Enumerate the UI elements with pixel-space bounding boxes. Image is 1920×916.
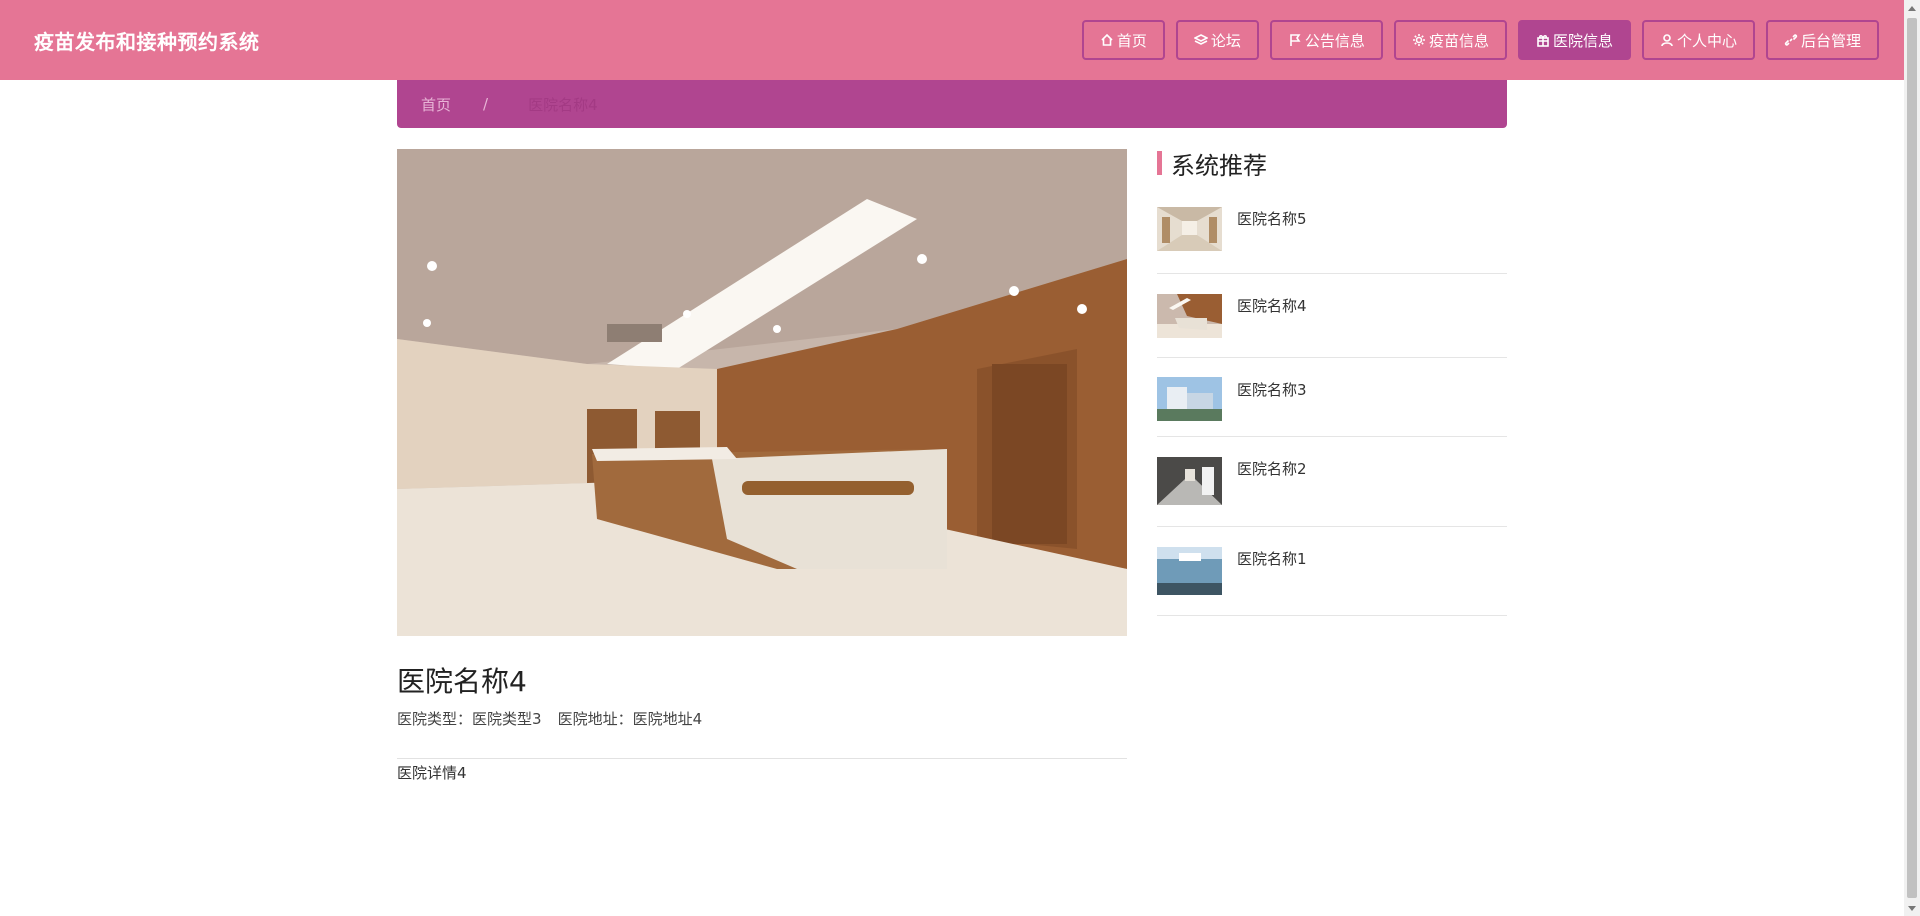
hospital-address-value: 医院地址4: [632, 710, 703, 728]
nav-profile-button[interactable]: 个人中心: [1641, 20, 1755, 60]
nav-forum-button[interactable]: 论坛: [1175, 20, 1259, 60]
home-icon: [1101, 33, 1113, 46]
recommend-item-name[interactable]: 医院名称5: [1237, 208, 1307, 229]
building-thumbnail[interactable]: [1157, 377, 1222, 421]
hospital-meta: 医院类型： 医院类型3 医院地址： 医院地址4: [397, 708, 702, 729]
facade-thumbnail[interactable]: [1157, 547, 1222, 595]
breadcrumb: 首页 / 医院名称4: [397, 80, 1507, 128]
recommend-item[interactable]: 医院名称5: [1157, 190, 1507, 274]
top-navbar: 疫苗发布和接种预约系统 首页 论坛 公告信息 疫苗信息 医院信息 个人中心 后台…: [0, 0, 1904, 80]
nav-admin-button[interactable]: 后台管理: [1765, 20, 1879, 60]
nav-announcement-button[interactable]: 公告信息: [1269, 20, 1383, 60]
nav-hospital-button[interactable]: 医院信息: [1517, 20, 1631, 60]
hospital-detail-text: 医院详情4: [397, 764, 467, 782]
scroll-down-arrow-icon[interactable]: [1904, 900, 1920, 916]
hallway-thumbnail[interactable]: [1157, 457, 1222, 505]
nav-home-button[interactable]: 首页: [1081, 20, 1165, 60]
scroll-up-arrow-icon[interactable]: [1904, 0, 1920, 16]
main-nav: 首页 论坛 公告信息 疫苗信息 医院信息 个人中心 后台管理: [1081, 20, 1879, 60]
recommend-heading: 系统推荐: [1157, 149, 1267, 180]
recommend-item[interactable]: 医院名称1: [1157, 527, 1507, 616]
gift-icon: [1537, 34, 1549, 47]
recommend-item-name[interactable]: 医院名称3: [1237, 379, 1307, 400]
link-icon: [1784, 34, 1798, 46]
heading-accent-bar: [1157, 151, 1162, 175]
reception-thumbnail[interactable]: [1157, 294, 1222, 338]
hospital-title: 医院名称4: [397, 665, 527, 698]
recommend-item[interactable]: 医院名称3: [1157, 358, 1507, 437]
recommend-item-name[interactable]: 医院名称4: [1237, 295, 1307, 316]
hospital-type-value: 医院类型3: [472, 710, 542, 728]
user-icon: [1661, 34, 1673, 47]
scroll-thumb[interactable]: [1907, 18, 1917, 898]
recommend-item-name[interactable]: 医院名称1: [1237, 548, 1307, 569]
hospital-type-label: 医院类型：: [397, 710, 473, 728]
breadcrumb-current: 医院名称4: [528, 95, 598, 114]
breadcrumb-separator: /: [483, 95, 489, 113]
nav-vaccine-button[interactable]: 疫苗信息: [1393, 20, 1507, 60]
corridor-thumbnail[interactable]: [1157, 207, 1222, 251]
vertical-scrollbar[interactable]: [1904, 0, 1920, 916]
recommend-item-name[interactable]: 医院名称2: [1237, 458, 1307, 479]
layers-icon: [1193, 34, 1208, 45]
recommend-item[interactable]: 医院名称4: [1157, 274, 1507, 358]
site-title[interactable]: 疫苗发布和接种预约系统: [34, 26, 260, 55]
hospital-address-label: 医院地址：: [557, 710, 633, 728]
hospital-photo: [397, 149, 1127, 636]
gear-icon: [1412, 34, 1425, 46]
recommend-item[interactable]: 医院名称2: [1157, 437, 1507, 527]
flag-icon: [1290, 34, 1301, 46]
detail-divider: [397, 758, 1127, 759]
breadcrumb-home-link[interactable]: 首页: [421, 94, 451, 115]
